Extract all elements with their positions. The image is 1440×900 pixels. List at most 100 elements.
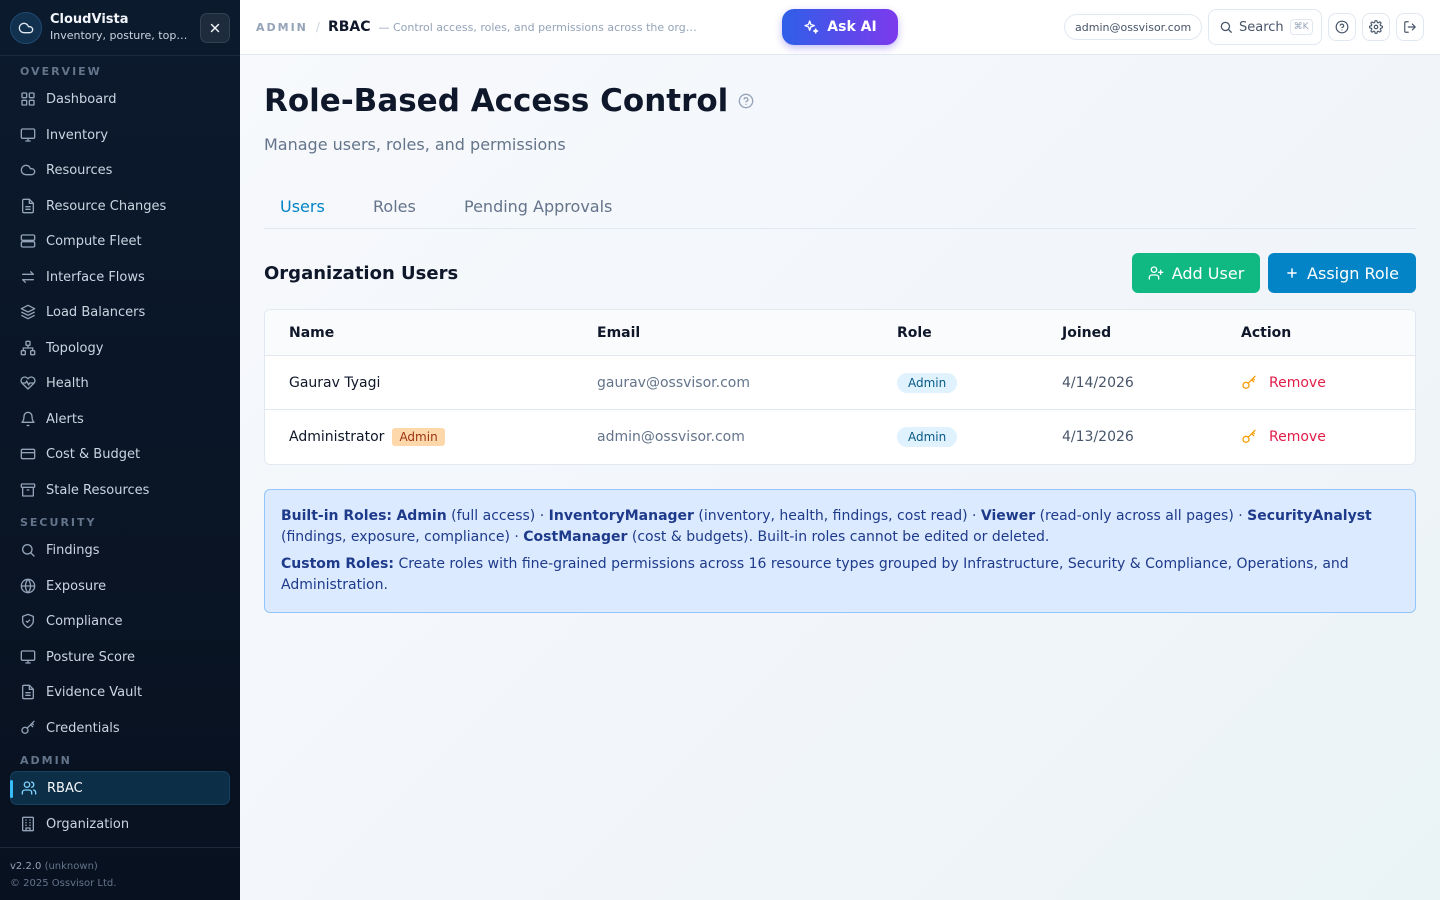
users-table: Name Email Role Joined Action Gaurav Tya… bbox=[264, 309, 1416, 465]
sidebar-item-resources[interactable]: Resources bbox=[10, 153, 230, 187]
sidebar-item-cost-budget[interactable]: Cost & Budget bbox=[10, 437, 230, 471]
user-email: gaurav@ossvisor.com bbox=[597, 375, 750, 391]
plus-icon bbox=[1287, 268, 1297, 278]
sidebar-item-label: Alerts bbox=[46, 411, 84, 427]
user-joined: 4/14/2026 bbox=[1062, 375, 1134, 391]
sidebar-item-load-balancers[interactable]: Load Balancers bbox=[10, 295, 230, 329]
roles-info-box: Built-in Roles: Admin (full access) · In… bbox=[264, 489, 1416, 613]
help-circle-icon[interactable] bbox=[738, 93, 754, 109]
role-desc: (cost & budgets). bbox=[631, 529, 754, 545]
sidebar-item-stale-resources[interactable]: Stale Resources bbox=[10, 473, 230, 507]
sidebar-item-evidence-vault[interactable]: Evidence Vault bbox=[10, 675, 230, 709]
tab-users[interactable]: Users bbox=[264, 183, 341, 229]
section-label-admin: ADMIN bbox=[20, 754, 72, 767]
file-icon bbox=[22, 684, 34, 700]
sidebar: CloudVista Inventory, posture, topology … bbox=[0, 0, 240, 900]
user-name: Gaurav Tyagi bbox=[289, 356, 380, 410]
sidebar-item-label: Stale Resources bbox=[46, 482, 150, 498]
role-desc: (findings, exposure, compliance) bbox=[281, 529, 510, 545]
role-name: SecurityAnalyst bbox=[1247, 508, 1372, 524]
logout-button[interactable] bbox=[1396, 13, 1424, 41]
user-email-pill[interactable]: admin@ossvisor.com bbox=[1064, 14, 1203, 40]
help-button[interactable] bbox=[1328, 13, 1356, 41]
role-separator: · bbox=[967, 508, 981, 524]
tab-bar: Users Roles Pending Approvals bbox=[264, 183, 1416, 229]
sidebar-item-label: Findings bbox=[46, 542, 100, 558]
ask-ai-button[interactable]: Ask AI bbox=[782, 9, 898, 45]
sidebar-item-alerts[interactable]: Alerts bbox=[10, 402, 230, 436]
close-icon bbox=[210, 23, 220, 33]
sidebar-item-compliance[interactable]: Compliance bbox=[10, 604, 230, 638]
layers-icon bbox=[20, 304, 36, 320]
table-row: Gaurav Tyagi gaurav@ossvisor.com Admin 4… bbox=[265, 356, 1415, 410]
sidebar-item-credentials[interactable]: Credentials bbox=[10, 711, 230, 745]
table-row: Administrator Admin admin@ossvisor.com A… bbox=[265, 410, 1415, 464]
settings-button[interactable] bbox=[1362, 13, 1390, 41]
builtin-heading: Built-in Roles: bbox=[281, 508, 393, 524]
sidebar-item-label: Evidence Vault bbox=[46, 684, 143, 700]
sidebar-item-exposure[interactable]: Exposure bbox=[10, 569, 230, 603]
network-icon bbox=[20, 340, 36, 356]
section-title: Organization Users bbox=[264, 263, 459, 284]
sidebar-item-posture-score[interactable]: Posture Score bbox=[10, 640, 230, 674]
role-name: Viewer bbox=[980, 508, 1036, 524]
remove-user-button[interactable]: Remove bbox=[1241, 410, 1326, 464]
sidebar-item-label: Dashboard bbox=[46, 91, 117, 107]
user-plus-icon bbox=[1148, 266, 1164, 280]
sidebar-item-label: Health bbox=[46, 375, 89, 391]
grid-icon bbox=[21, 92, 35, 106]
role-separator: · bbox=[535, 508, 549, 524]
column-header-email: Email bbox=[597, 325, 641, 341]
tab-roles[interactable]: Roles bbox=[357, 183, 432, 229]
server-icon bbox=[20, 234, 36, 248]
cloud-logo-icon bbox=[10, 11, 42, 44]
user-name-text: Administrator bbox=[289, 429, 385, 445]
column-header-name: Name bbox=[289, 325, 335, 341]
assign-role-button[interactable]: Assign Role bbox=[1268, 253, 1416, 293]
search-label: Search bbox=[1239, 19, 1284, 35]
sidebar-item-label: Posture Score bbox=[46, 649, 136, 665]
users-icon bbox=[21, 781, 37, 795]
monitor-icon bbox=[20, 650, 36, 664]
sidebar-item-resource-changes[interactable]: Resource Changes bbox=[10, 189, 230, 223]
search-button[interactable]: Search ⌘K bbox=[1208, 9, 1322, 45]
custom-text: Create roles with fine-grained permissio… bbox=[281, 556, 1349, 593]
user-name: Administrator Admin bbox=[289, 410, 445, 464]
user-role: Admin bbox=[897, 356, 958, 410]
archive-icon bbox=[20, 483, 36, 497]
key-icon bbox=[1242, 429, 1256, 443]
sidebar-item-compute-fleet[interactable]: Compute Fleet bbox=[10, 224, 230, 258]
sidebar-item-label: Resource Changes bbox=[46, 198, 167, 214]
sidebar-item-organization[interactable]: Organization bbox=[10, 807, 230, 841]
user-name-text: Gaurav Tyagi bbox=[289, 375, 381, 391]
sidebar-item-interface-flows[interactable]: Interface Flows bbox=[10, 260, 230, 294]
role-separator: · bbox=[1233, 508, 1248, 524]
section-label-overview: OVERVIEW bbox=[20, 65, 102, 78]
user-joined: 4/13/2026 bbox=[1062, 429, 1134, 445]
section-label-security: SECURITY bbox=[20, 516, 97, 529]
user-email: admin@ossvisor.com bbox=[597, 429, 745, 445]
role-separator: · bbox=[509, 529, 524, 545]
column-header-role: Role bbox=[897, 325, 932, 341]
role-name: CostManager bbox=[523, 529, 628, 545]
sidebar-item-topology[interactable]: Topology bbox=[10, 331, 230, 365]
build-label: (unknown) bbox=[44, 861, 98, 872]
sidebar-item-label: Interface Flows bbox=[46, 269, 145, 285]
breadcrumb-section[interactable]: ADMIN bbox=[256, 21, 308, 34]
sidebar-item-findings[interactable]: Findings bbox=[10, 533, 230, 567]
app-tagline: Inventory, posture, topology & complianc… bbox=[50, 28, 190, 42]
building-icon bbox=[22, 816, 34, 832]
sidebar-item-rbac[interactable]: RBAC bbox=[10, 771, 230, 805]
add-user-button[interactable]: Add User bbox=[1132, 253, 1260, 293]
sidebar-item-dashboard[interactable]: Dashboard bbox=[10, 82, 230, 116]
sidebar-item-label: Organization bbox=[46, 816, 130, 832]
remove-user-button[interactable]: Remove bbox=[1241, 356, 1326, 410]
page-subtitle: Manage users, roles, and permissions bbox=[264, 135, 566, 154]
sidebar-item-inventory[interactable]: Inventory bbox=[10, 118, 230, 152]
sparkle-icon bbox=[804, 20, 819, 34]
close-sidebar-button[interactable] bbox=[200, 13, 230, 43]
remove-label: Remove bbox=[1269, 429, 1326, 445]
sidebar-item-health[interactable]: Health bbox=[10, 366, 230, 400]
tab-pending-approvals[interactable]: Pending Approvals bbox=[448, 183, 628, 229]
role-badge: Admin bbox=[897, 373, 958, 393]
